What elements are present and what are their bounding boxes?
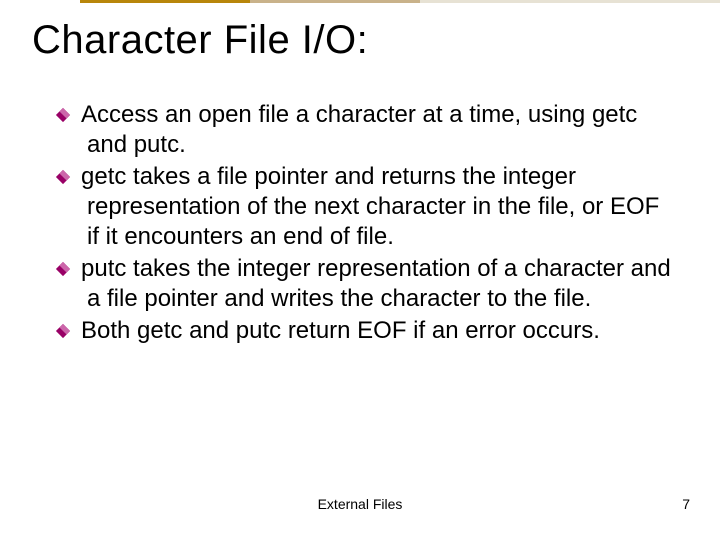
top-accent-bar [80, 0, 720, 3]
footer-text: External Files [0, 496, 720, 512]
list-item: Both getc and putc return EOF if an erro… [55, 316, 675, 346]
diamond-bullet-icon [55, 261, 71, 277]
list-item-text: Both getc and putc return EOF if an erro… [81, 316, 600, 346]
slide-title: Character File I/O: [32, 18, 368, 63]
accent-seg-3 [420, 0, 720, 3]
list-item: getc takes a file pointer and returns th… [55, 162, 675, 252]
list-item-text: Access an open file a character at a tim… [81, 100, 675, 160]
list-item: Access an open file a character at a tim… [55, 100, 675, 160]
accent-seg-1 [80, 0, 250, 3]
list-item-text: getc takes a file pointer and returns th… [81, 162, 675, 252]
list-item-text: putc takes the integer representation of… [81, 254, 675, 314]
diamond-bullet-icon [55, 169, 71, 185]
slide: Character File I/O: Access an open file … [0, 0, 720, 540]
diamond-bullet-icon [55, 107, 71, 123]
diamond-bullet-icon [55, 323, 71, 339]
list-item: putc takes the integer representation of… [55, 254, 675, 314]
page-number: 7 [682, 496, 690, 512]
body-list: Access an open file a character at a tim… [55, 100, 675, 348]
accent-seg-2 [250, 0, 420, 3]
